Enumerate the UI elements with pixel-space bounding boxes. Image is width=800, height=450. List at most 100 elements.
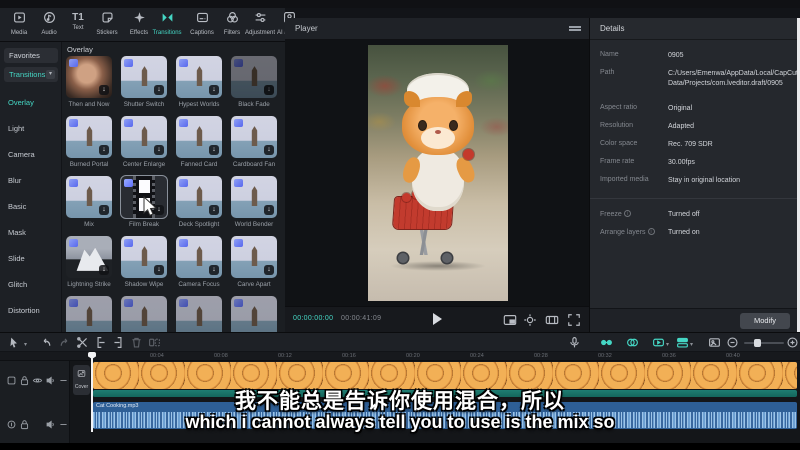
vip-badge-icon: [124, 59, 133, 67]
download-icon[interactable]: ↓: [264, 205, 274, 215]
focus-icon[interactable]: [523, 313, 537, 327]
pip-icon[interactable]: [503, 313, 517, 327]
transition-thumb-partial[interactable]: [66, 296, 112, 332]
toolbar-text[interactable]: T1 Text: [63, 11, 93, 39]
hide-track-icon[interactable]: [32, 373, 43, 384]
transition-burned-portal[interactable]: ↓: [66, 116, 112, 158]
field-value-color-space: Rec. 709 SDR: [668, 140, 788, 150]
sidebar-item-basic[interactable]: Basic: [8, 202, 26, 211]
toolbar-audio[interactable]: Audio: [34, 11, 64, 39]
magnetic-snap-icon[interactable]: [600, 336, 614, 350]
transition-cardboard-fan[interactable]: ↓: [231, 116, 277, 158]
delete-right-icon[interactable]: [112, 336, 126, 350]
transition-then-and-now[interactable]: ↓: [66, 56, 112, 98]
duration-timecode: 00:00:41:09: [341, 315, 381, 322]
sticker-icon: [101, 11, 114, 29]
overlay-track-icon[interactable]: [6, 373, 17, 384]
play-button[interactable]: [433, 313, 442, 325]
cover-tool-icon[interactable]: [708, 336, 722, 350]
download-icon[interactable]: ↓: [154, 145, 164, 155]
sidebar-item-distortion[interactable]: Distortion: [8, 306, 40, 315]
timeline-toolbar: ▾ ▾ ▾: [0, 332, 800, 352]
sidebar-favorites[interactable]: Favorites: [4, 48, 58, 63]
transition-thumb-partial[interactable]: [231, 296, 277, 332]
toolbar-media[interactable]: Media: [4, 11, 34, 39]
chevron-down-icon[interactable]: ▾: [46, 70, 55, 79]
auto-preview-chevron-icon[interactable]: ▾: [666, 341, 669, 348]
auto-preview-icon[interactable]: [652, 336, 666, 350]
sidebar-item-overlay[interactable]: Overlay: [8, 98, 34, 107]
mirror-icon[interactable]: [148, 336, 162, 350]
download-icon[interactable]: ↓: [264, 145, 274, 155]
lock-icon[interactable]: [19, 373, 30, 384]
download-icon[interactable]: ↓: [99, 85, 109, 95]
sidebar-item-light[interactable]: Light: [8, 124, 24, 133]
cat-ear: [456, 91, 472, 107]
transition-carve-apart[interactable]: ↓: [231, 236, 277, 278]
mute-track-icon[interactable]: [45, 373, 56, 384]
sidebar-item-mask[interactable]: Mask: [8, 228, 26, 237]
transition-shutter-switch[interactable]: ↓: [121, 56, 167, 98]
toolbar-captions[interactable]: Captions: [187, 11, 217, 39]
redo-icon[interactable]: [58, 336, 72, 350]
toolbar-effects[interactable]: Effects: [124, 11, 154, 39]
transition-camera-focus[interactable]: ↓: [176, 236, 222, 278]
download-icon[interactable]: ↓: [264, 85, 274, 95]
toolbar-adjustment[interactable]: Adjustment: [245, 11, 275, 39]
main-track-icon[interactable]: [676, 336, 690, 350]
download-icon[interactable]: ↓: [154, 265, 164, 275]
modify-button[interactable]: Modify: [740, 313, 790, 329]
zoom-out-icon[interactable]: [726, 336, 740, 350]
sidebar-item-camera[interactable]: Camera: [8, 150, 35, 159]
sidebar-item-slide[interactable]: Slide: [8, 254, 25, 263]
download-icon[interactable]: ↓: [154, 85, 164, 95]
delete-icon[interactable]: [130, 336, 144, 350]
ratio-icon[interactable]: [545, 313, 559, 327]
download-icon[interactable]: ↓: [209, 145, 219, 155]
download-icon[interactable]: ↓: [264, 265, 274, 275]
download-icon[interactable]: ↓: [209, 205, 219, 215]
download-icon[interactable]: ↓: [99, 205, 109, 215]
sidebar-transitions[interactable]: Transitions ▾: [4, 67, 58, 82]
toolbar-filters[interactable]: Filters: [217, 11, 247, 39]
main-track-chevron-icon[interactable]: ▾: [690, 341, 693, 348]
undo-icon[interactable]: [40, 336, 54, 350]
transition-center-enlarge[interactable]: ↓: [121, 116, 167, 158]
transition-thumb-partial[interactable]: [121, 296, 167, 332]
select-tool-icon[interactable]: [8, 336, 22, 350]
fullscreen-icon[interactable]: [567, 313, 581, 327]
zoom-in-icon[interactable]: [786, 336, 800, 350]
toolbar-transitions[interactable]: Transitions: [152, 11, 182, 39]
info-icon[interactable]: i: [624, 210, 631, 217]
zoom-slider-handle[interactable]: [754, 339, 761, 347]
info-icon[interactable]: i: [648, 228, 655, 235]
timeline-zoom-slider[interactable]: [744, 342, 784, 344]
download-icon[interactable]: ↓: [99, 265, 109, 275]
record-voiceover-icon[interactable]: [568, 336, 582, 350]
sidebar-item-blur[interactable]: Blur: [8, 176, 21, 185]
transition-black-fade[interactable]: ↓: [231, 56, 277, 98]
download-icon[interactable]: ↓: [209, 265, 219, 275]
delete-left-icon[interactable]: [94, 336, 108, 350]
download-icon[interactable]: ↓: [209, 85, 219, 95]
collapse-track-icon[interactable]: [58, 373, 69, 384]
tomato-in-paw: [463, 149, 474, 160]
transition-deck-spotlight[interactable]: ↓: [176, 176, 222, 218]
transition-thumb-partial[interactable]: [176, 296, 222, 332]
select-tool-chevron-icon[interactable]: ▾: [24, 341, 27, 348]
link-clips-icon[interactable]: [626, 336, 640, 350]
download-icon[interactable]: ↓: [99, 145, 109, 155]
sidebar-item-glitch[interactable]: Glitch: [8, 280, 27, 289]
transition-lightning-strike[interactable]: ↓: [66, 236, 112, 278]
transition-mix[interactable]: ↓: [66, 176, 112, 218]
split-icon[interactable]: [76, 336, 90, 350]
transition-world-bender[interactable]: ↓: [231, 176, 277, 218]
toolbar-stickers[interactable]: Stickers: [92, 11, 122, 39]
timeline-ruler[interactable]: 0 00:04 00:08 00:12 00:16 00:20 00:24 00…: [0, 352, 800, 361]
vip-badge-icon: [124, 119, 133, 127]
transition-shadow-wipe[interactable]: ↓: [121, 236, 167, 278]
transition-hypest-worlds[interactable]: ↓: [176, 56, 222, 98]
transition-fanned-card[interactable]: ↓: [176, 116, 222, 158]
video-preview[interactable]: [368, 45, 508, 301]
player-menu-icon[interactable]: [569, 26, 581, 34]
